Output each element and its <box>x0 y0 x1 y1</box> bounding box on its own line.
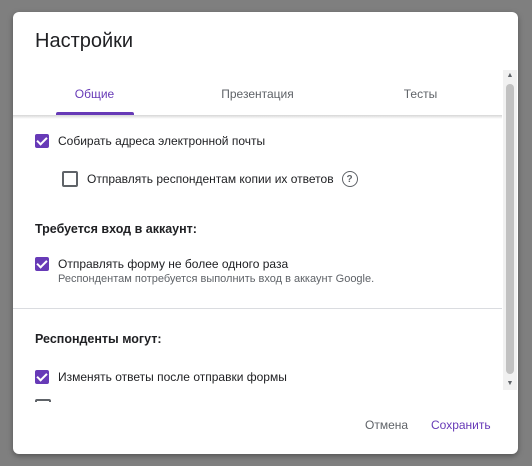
limit-one-sub: Респондентам потребуется выполнить вход … <box>58 273 375 285</box>
requires-signin-title: Требуется вход в аккаунт: <box>35 222 197 236</box>
settings-dialog: Настройки Общие Презентация Тесты Собира… <box>13 12 518 454</box>
edit-after-checkbox[interactable] <box>35 370 49 384</box>
send-copies-checkbox[interactable] <box>62 171 78 187</box>
collect-emails-label: Собирать адреса электронной почты <box>58 134 266 148</box>
dialog-footer: Отмена Сохранить <box>13 404 518 454</box>
send-copies-row: Отправлять респондентам копии их ответов… <box>62 171 358 187</box>
settings-content: Собирать адреса электронной почты Отправ… <box>13 119 502 402</box>
tab-quizzes[interactable]: Тесты <box>339 72 502 116</box>
respondents-can-title: Респонденты могут: <box>35 332 162 346</box>
collect-emails-checkbox[interactable] <box>35 134 49 148</box>
scroll-up-arrow-icon[interactable]: ▲ <box>503 70 517 82</box>
tab-general[interactable]: Общие <box>13 72 176 116</box>
tab-bar: Общие Презентация Тесты <box>13 72 502 116</box>
cancel-button[interactable]: Отмена <box>365 418 408 432</box>
edit-after-label: Изменять ответы после отправки формы <box>58 370 287 384</box>
collect-emails-row: Собирать адреса электронной почты <box>35 134 265 149</box>
scrollbar-thumb[interactable] <box>506 84 514 374</box>
dialog-title: Настройки <box>35 30 134 52</box>
tab-presentation[interactable]: Презентация <box>176 72 339 116</box>
edit-after-row: Изменять ответы после отправки формы <box>35 370 287 385</box>
limit-one-checkbox[interactable] <box>35 257 49 271</box>
send-copies-label: Отправлять респондентам копии их ответов <box>87 171 334 186</box>
scroll-down-arrow-icon[interactable]: ▼ <box>503 378 517 390</box>
save-button[interactable]: Сохранить <box>431 418 491 432</box>
scrollbar[interactable]: ▲ ▼ <box>503 70 517 390</box>
next-option-row <box>35 399 51 402</box>
limit-one-label: Отправлять форму не более одного раза <box>58 257 289 271</box>
help-icon[interactable]: ? <box>341 171 358 187</box>
limit-one-row: Отправлять форму не более одного раза Ре… <box>35 257 374 287</box>
section-divider <box>13 308 502 309</box>
next-option-checkbox[interactable] <box>35 399 51 402</box>
